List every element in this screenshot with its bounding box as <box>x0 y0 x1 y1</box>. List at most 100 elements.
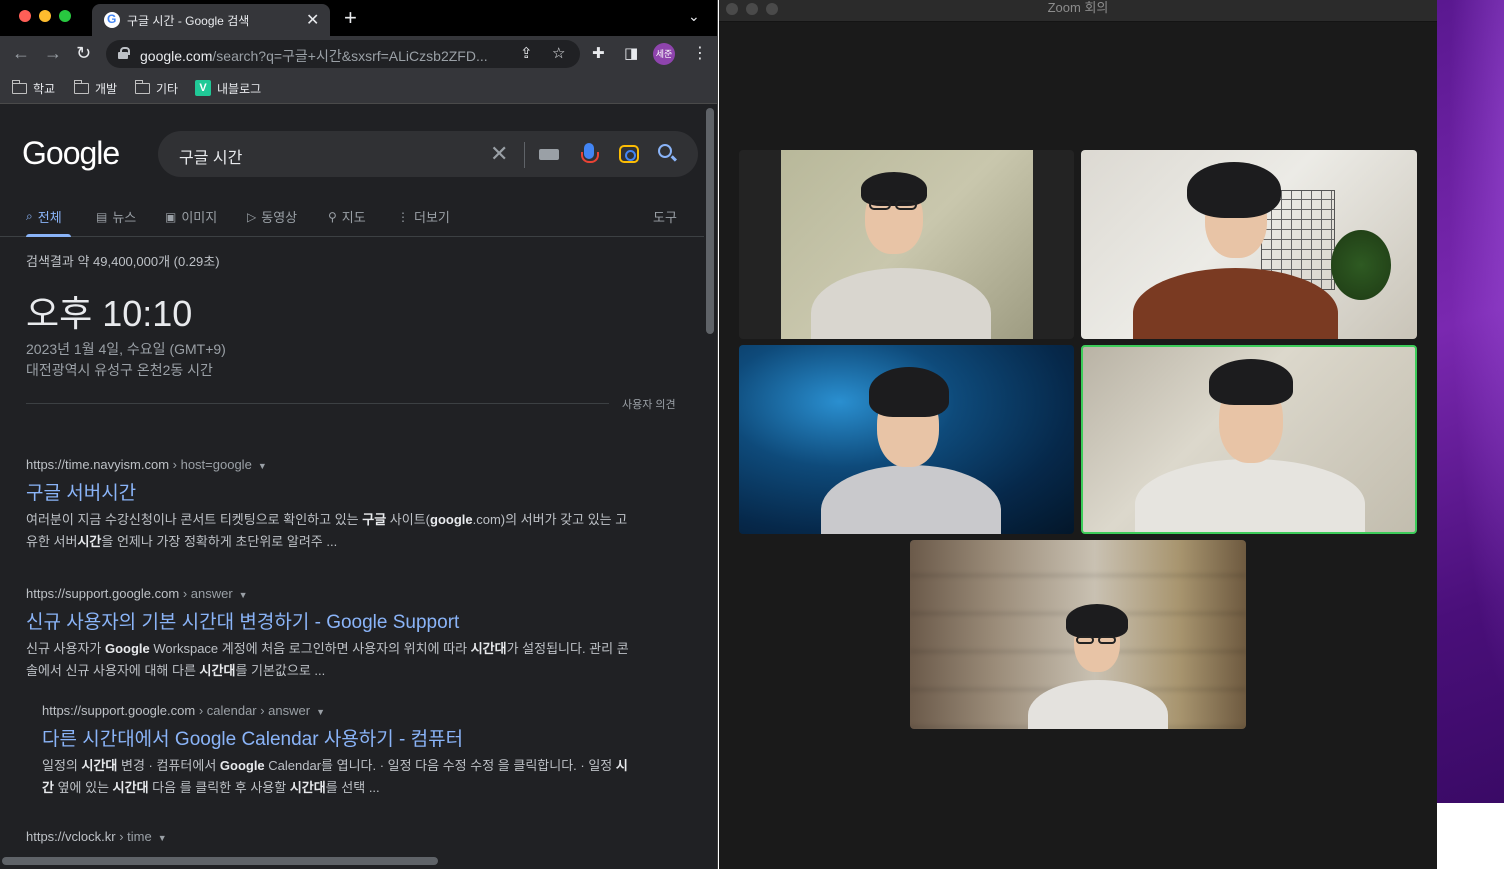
desktop-wallpaper <box>1437 0 1504 803</box>
image-icon: ▣ <box>165 209 177 224</box>
window-title: Zoom 회의 <box>1047 0 1109 15</box>
profile-avatar[interactable]: 세준 <box>653 43 675 65</box>
play-icon: ▷ <box>247 209 257 224</box>
back-arrow-icon[interactable]: ← <box>12 43 30 64</box>
desktop: 구글 시간 - Google 검색 ✕ + ⌄ ← → ↻ google.com… <box>0 0 1504 869</box>
velog-icon: V <box>195 80 211 96</box>
search-box[interactable]: 구글 시간 ✕ <box>158 131 698 177</box>
result-snippet: 여러분이 지금 수강신청이나 콘서트 티켓팅으로 확인하고 있는 구글 사이트(… <box>26 512 628 549</box>
tab-search-chevron-icon[interactable]: ⌄ <box>688 8 700 25</box>
reload-icon[interactable]: ↻ <box>76 43 91 64</box>
glasses-icon <box>869 200 891 210</box>
search-tabs: ⌕ 전체 ▤ 뉴스 ▣ 이미지 ▷ 동영상 ⚲ 지도 ⋮ 더보기 도구 <box>0 205 704 237</box>
folder-icon <box>73 79 89 94</box>
caret-down-icon[interactable]: ▼ <box>239 590 248 600</box>
bookmark-folder-dev[interactable]: 개발 <box>73 79 117 97</box>
vertical-scrollbar[interactable] <box>706 108 714 334</box>
microphone-icon[interactable] <box>581 143 599 163</box>
zoom-title-bar: Zoom 회의 <box>719 0 1437 22</box>
zoom-window: Zoom 회의 <box>719 0 1437 869</box>
map-pin-icon: ⚲ <box>328 209 337 224</box>
location-line: 대전광역시 유성구 온천2동 시간 <box>26 362 213 378</box>
more-vertical-icon: ⋮ <box>397 209 409 224</box>
feedback-link[interactable]: 사용자 의견 <box>622 396 676 412</box>
folder-icon <box>134 79 150 94</box>
search-icon: ⌕ <box>26 209 33 223</box>
search-icon[interactable] <box>658 144 672 158</box>
tab-news[interactable]: ▤ 뉴스 <box>96 207 136 226</box>
bookmark-folder-school[interactable]: 학교 <box>11 79 55 97</box>
clear-icon[interactable]: ✕ <box>490 141 508 167</box>
tab-title: 구글 시간 - Google 검색 <box>127 14 250 28</box>
tab-close-icon[interactable]: ✕ <box>306 10 319 30</box>
search-divider <box>524 142 525 168</box>
search-result: https://support.google.com › answer ▼ 신규 … <box>26 586 636 682</box>
caret-down-icon[interactable]: ▼ <box>258 461 267 471</box>
side-panel-icon[interactable]: ◨ <box>624 44 638 62</box>
caret-down-icon[interactable]: ▼ <box>158 833 167 843</box>
address-url: google.com/search?q=구글+시간&sxsrf=ALiCzsb2… <box>140 48 488 64</box>
browser-toolbar: ← → ↻ google.com/search?q=구글+시간&sxsrf=AL… <box>0 36 717 72</box>
tools-button[interactable]: 도구 <box>653 207 677 226</box>
result-snippet: 신규 사용자가 Google Workspace 계정에 처음 로그인하면 사용… <box>26 641 629 678</box>
result-cite[interactable]: https://support.google.com › calendar › … <box>42 703 636 718</box>
result-stats: 검색결과 약 49,400,000개 (0.29초) <box>26 254 220 269</box>
active-tab-indicator <box>26 234 71 237</box>
participant-video <box>781 150 1033 339</box>
close-window-button[interactable] <box>19 10 31 22</box>
tab-maps[interactable]: ⚲ 지도 <box>328 207 366 226</box>
bookmark-folder-etc[interactable]: 기타 <box>134 79 178 97</box>
video-tile[interactable] <box>1081 150 1417 339</box>
video-tile[interactable] <box>739 345 1074 534</box>
result-cite[interactable]: https://support.google.com › answer ▼ <box>26 586 636 601</box>
result-cite[interactable]: https://time.navyism.com › host=google ▼ <box>26 457 636 472</box>
video-tile[interactable] <box>910 540 1246 729</box>
google-results-page: Google 구글 시간 ✕ ⌕ 전체 ▤ 뉴스 ▣ 이미지 ▷ 동영상 ⚲ 지도 ⋮ 더보… <box>0 105 704 869</box>
zoom-window-button[interactable] <box>59 10 71 22</box>
participant-body <box>811 268 991 339</box>
share-icon[interactable]: ⇪ <box>520 44 533 62</box>
result-snippet: 일정의 시간대 변경 · 컴퓨터에서 Google Calendar를 엽니다.… <box>42 758 628 795</box>
tab-strip: 구글 시간 - Google 검색 ✕ + ⌄ <box>0 0 717 36</box>
horizontal-scrollbar[interactable] <box>2 857 438 865</box>
folder-icon <box>11 79 27 94</box>
lock-icon <box>118 47 130 59</box>
google-favicon-icon <box>104 12 120 28</box>
minimize-window-button[interactable] <box>39 10 51 22</box>
new-tab-button[interactable]: + <box>344 5 357 31</box>
result-cite[interactable]: https://vclock.kr › time ▼ <box>26 829 636 844</box>
tab-google-search[interactable]: 구글 시간 - Google 검색 ✕ <box>92 4 330 36</box>
tab-videos[interactable]: ▷ 동영상 <box>247 207 297 226</box>
search-result-indented: https://support.google.com › calendar › … <box>42 703 636 799</box>
result-title[interactable]: 구글 서버시간 <box>26 478 636 505</box>
participant-hair <box>1066 604 1128 638</box>
participant-hair <box>869 367 949 417</box>
glasses-icon <box>895 200 917 210</box>
tab-more[interactable]: ⋮ 더보기 <box>397 207 450 226</box>
tab-images[interactable]: ▣ 이미지 <box>165 207 217 226</box>
bookmarks-bar: 학교 개발 기타 V 내블로그 <box>0 72 717 104</box>
video-tile[interactable] <box>739 150 1074 339</box>
extensions-puzzle-icon[interactable]: ✚ <box>592 44 605 62</box>
chrome-window: 구글 시간 - Google 검색 ✕ + ⌄ ← → ↻ google.com… <box>0 0 718 869</box>
result-title[interactable]: 신규 사용자의 기본 시간대 변경하기 - Google Support <box>26 607 636 634</box>
caret-down-icon[interactable]: ▼ <box>316 707 325 717</box>
google-logo[interactable]: Google <box>22 135 120 172</box>
forward-arrow-icon[interactable]: → <box>44 43 62 64</box>
news-icon: ▤ <box>96 209 108 224</box>
address-bar[interactable]: google.com/search?q=구글+시간&sxsrf=ALiCzsb2… <box>106 40 580 68</box>
search-query[interactable]: 구글 시간 <box>179 144 242 168</box>
more-vertical-icon[interactable]: ⋮ <box>692 43 708 63</box>
bookmark-my-blog[interactable]: V 내블로그 <box>195 79 261 97</box>
result-title[interactable]: 다른 시간대에서 Google Calendar 사용하기 - 컴퓨터 <box>42 724 636 751</box>
google-lens-icon[interactable] <box>619 145 639 163</box>
bookmark-star-icon[interactable]: ☆ <box>552 44 565 62</box>
tab-all[interactable]: ⌕ 전체 <box>26 207 62 226</box>
glasses-icon <box>1076 636 1094 644</box>
participant-body <box>821 465 1001 534</box>
glasses-icon <box>1098 636 1116 644</box>
video-tile-active-speaker[interactable] <box>1081 345 1417 534</box>
current-time: 오후 10:10 <box>26 293 193 334</box>
keyboard-icon[interactable] <box>539 149 559 160</box>
search-result: https://time.navyism.com › host=google ▼ … <box>26 457 636 553</box>
